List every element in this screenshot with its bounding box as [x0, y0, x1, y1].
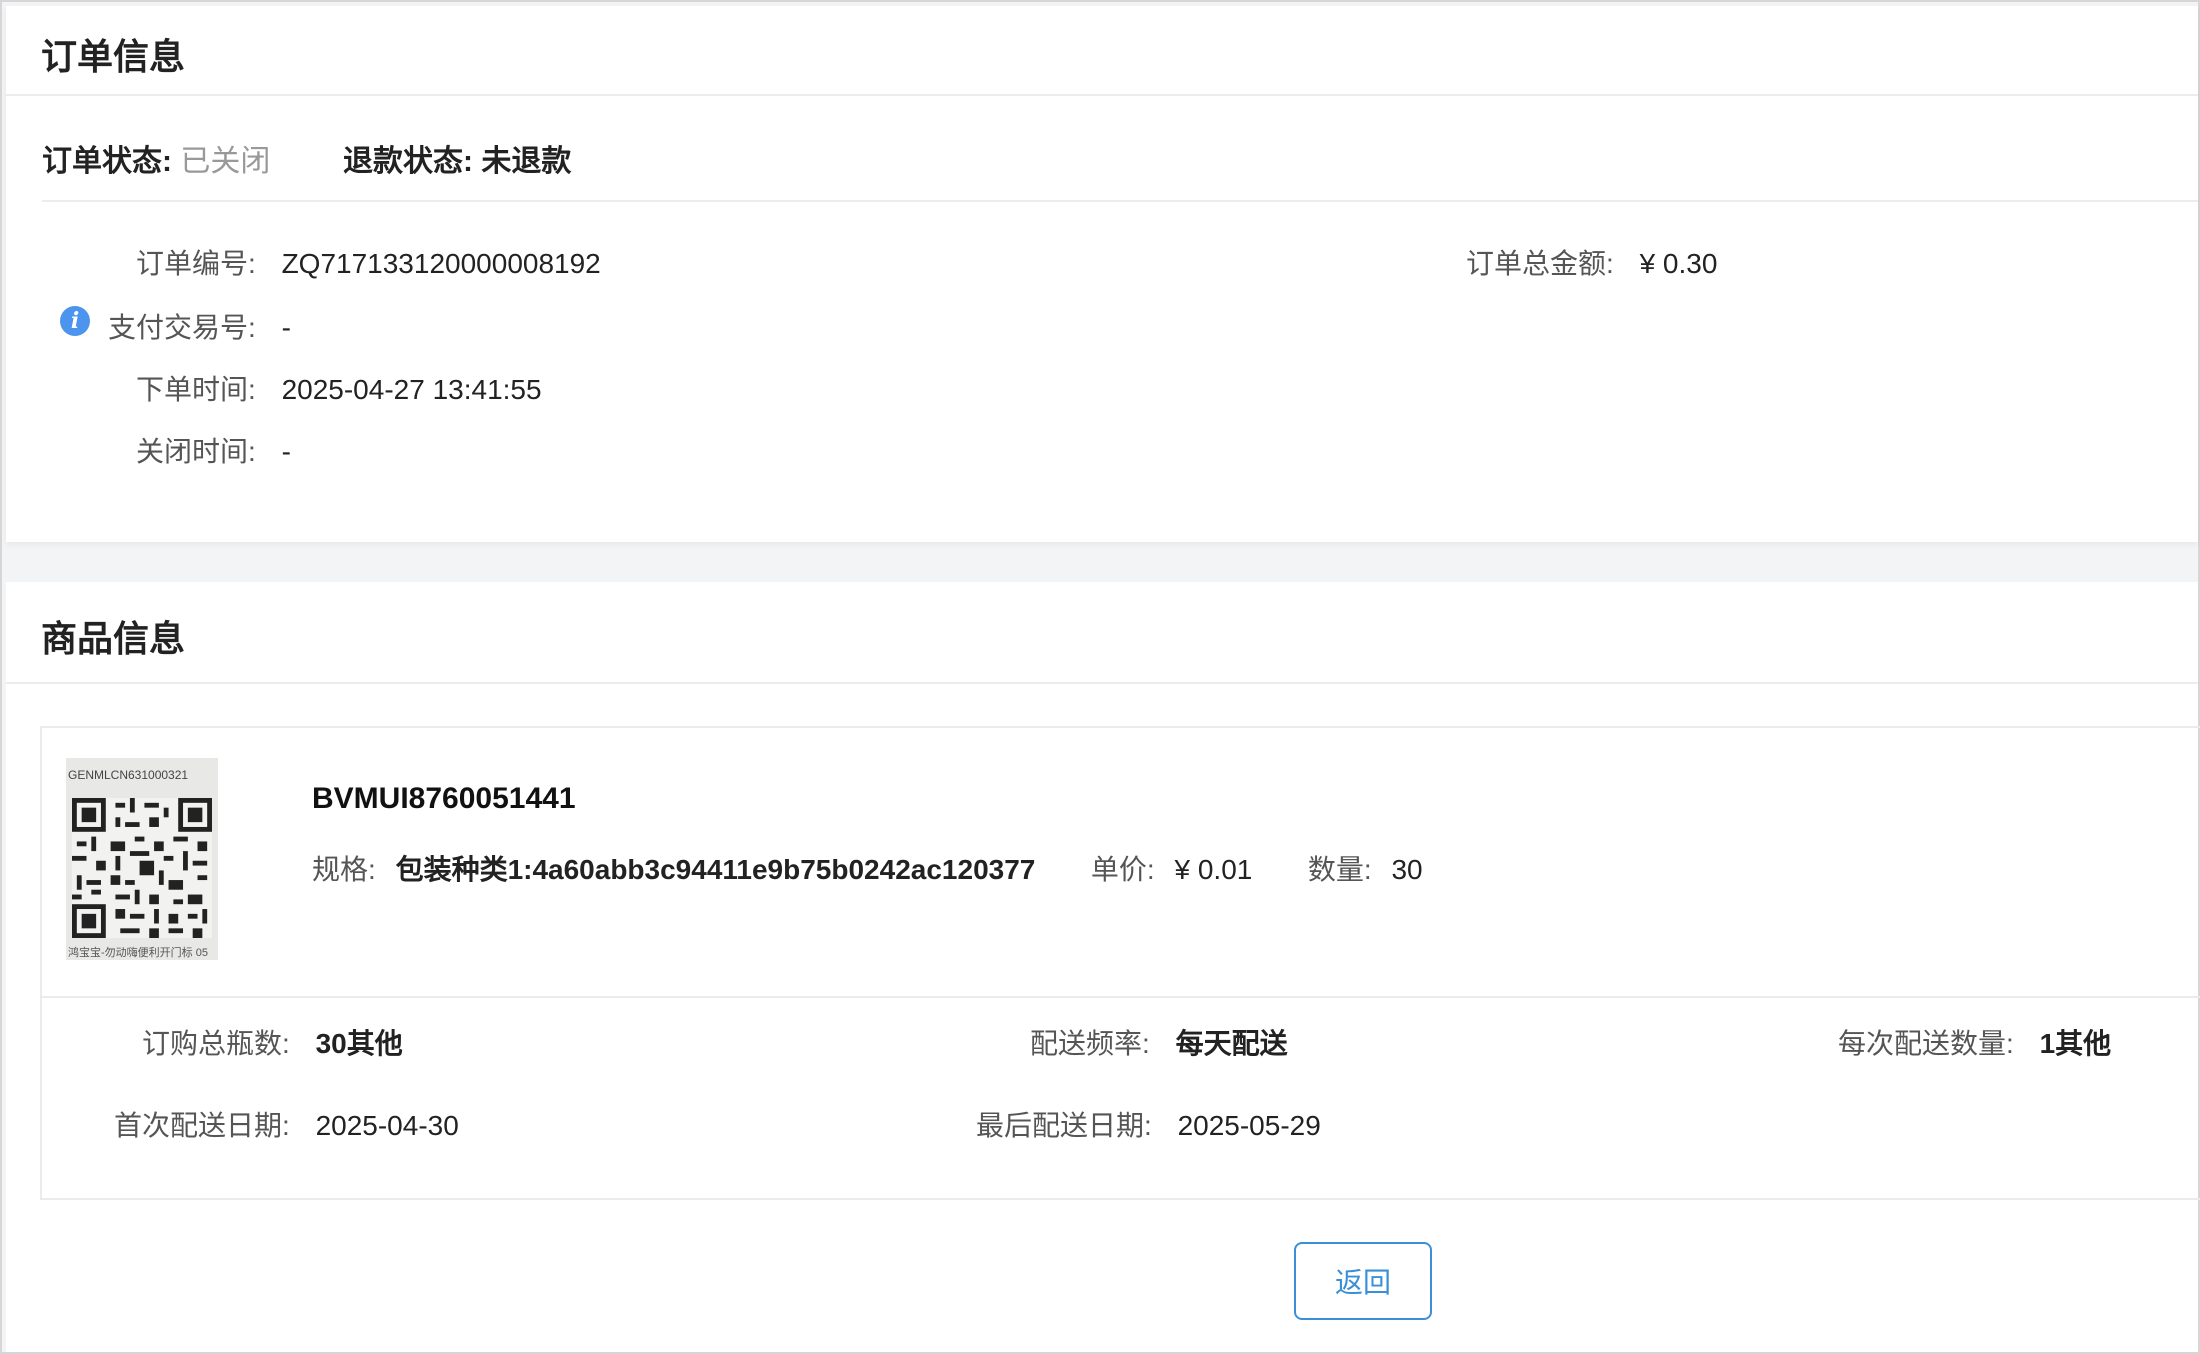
close-time-label: 关闭时间:: [136, 436, 256, 467]
order-no-value: ZQ717133120000008192: [281, 248, 601, 279]
goods-info-card: 商品信息 GENMLCN631000321 鸿宝宝-勿动嗨便利开门标 05 BV…: [6, 582, 2200, 1352]
goods-name: BVMUI8760051441: [312, 782, 576, 815]
order-info-card: 订单信息 订单状态: 已关闭 退款状态: 未退款 订单编号: ZQ7171331…: [6, 6, 2198, 542]
refund-status-value: 未退款: [481, 145, 572, 178]
spec-label: 规格:: [312, 854, 376, 885]
close-time-value: -: [281, 436, 291, 467]
order-status-label: 订单状态:: [42, 145, 172, 178]
last-date-row: 最后配送日期: 2025-05-29: [976, 1104, 1321, 1144]
last-date-label: 最后配送日期:: [976, 1110, 1152, 1141]
total-bottles-row: 订购总瓶数: 30其他: [142, 1022, 403, 1062]
order-no-row: 订单编号: ZQ717133120000008192: [136, 242, 601, 282]
goods-spec-line: 规格: 包装种类1:4a60abb3c94411e9b75b0242ac1203…: [312, 848, 1423, 888]
goods-image: GENMLCN631000321 鸿宝宝-勿动嗨便利开门标 05: [66, 758, 218, 960]
spec-value: 包装种类1:4a60abb3c94411e9b75b0242ac120377: [395, 854, 1036, 885]
goods-image-bottom-text: 鸿宝宝-勿动嗨便利开门标 05: [68, 947, 208, 959]
quantity-value: 30: [1391, 854, 1423, 885]
pay-txn-value: -: [281, 312, 291, 343]
order-info-title: 订单信息: [41, 36, 186, 77]
goods-image-top-text: GENMLCN631000321: [68, 768, 189, 782]
pay-txn-row: 支付交易号: -: [108, 306, 291, 346]
info-icon[interactable]: i: [60, 306, 90, 336]
first-date-row: 首次配送日期: 2025-04-30: [114, 1104, 459, 1144]
per-delivery-label: 每次配送数量:: [1838, 1028, 2014, 1059]
goods-info-title: 商品信息: [41, 618, 186, 659]
qr-code-icon: [72, 798, 212, 938]
total-amount-value: ¥ 0.30: [1639, 248, 1718, 279]
delivery-freq-row: 配送频率: 每天配送: [1030, 1022, 1288, 1062]
back-button[interactable]: 返回: [1294, 1242, 1432, 1320]
per-delivery-row: 每次配送数量: 1其他: [1838, 1022, 2111, 1062]
last-date-value: 2025-05-29: [1177, 1110, 1321, 1141]
delivery-freq-value: 每天配送: [1175, 1028, 1288, 1059]
status-row: 订单状态: 已关闭 退款状态: 未退款: [42, 136, 571, 180]
total-amount-label: 订单总金额:: [1466, 248, 1614, 279]
quantity-label: 数量:: [1307, 854, 1372, 885]
first-date-value: 2025-04-30: [315, 1110, 459, 1141]
first-date-label: 首次配送日期:: [114, 1110, 290, 1141]
per-delivery-value: 1其他: [2039, 1028, 2112, 1059]
status-divider: [42, 200, 2198, 202]
total-bottles-value: 30其他: [315, 1028, 403, 1059]
close-time-row: 关闭时间: -: [136, 430, 291, 470]
total-bottles-label: 订购总瓶数:: [142, 1028, 290, 1059]
order-time-label: 下单时间:: [136, 374, 256, 405]
page-frame: 订单信息 订单状态: 已关闭 退款状态: 未退款 订单编号: ZQ7171331…: [0, 0, 2200, 1354]
delivery-freq-label: 配送频率:: [1030, 1028, 1150, 1059]
pay-txn-label: 支付交易号:: [108, 312, 256, 343]
order-info-divider: [6, 94, 2198, 96]
refund-status-label: 退款状态:: [343, 145, 474, 178]
order-time-value: 2025-04-27 13:41:55: [281, 374, 542, 405]
total-amount-row: 订单总金额: ¥ 0.30: [1466, 242, 1717, 282]
order-time-row: 下单时间: 2025-04-27 13:41:55: [136, 368, 542, 408]
goods-info-divider: [6, 682, 2198, 684]
order-no-label: 订单编号:: [136, 248, 256, 279]
unit-price-value: ¥ 0.01: [1174, 854, 1253, 885]
order-status-value: 已关闭: [180, 145, 271, 178]
unit-price-label: 单价:: [1090, 854, 1155, 885]
